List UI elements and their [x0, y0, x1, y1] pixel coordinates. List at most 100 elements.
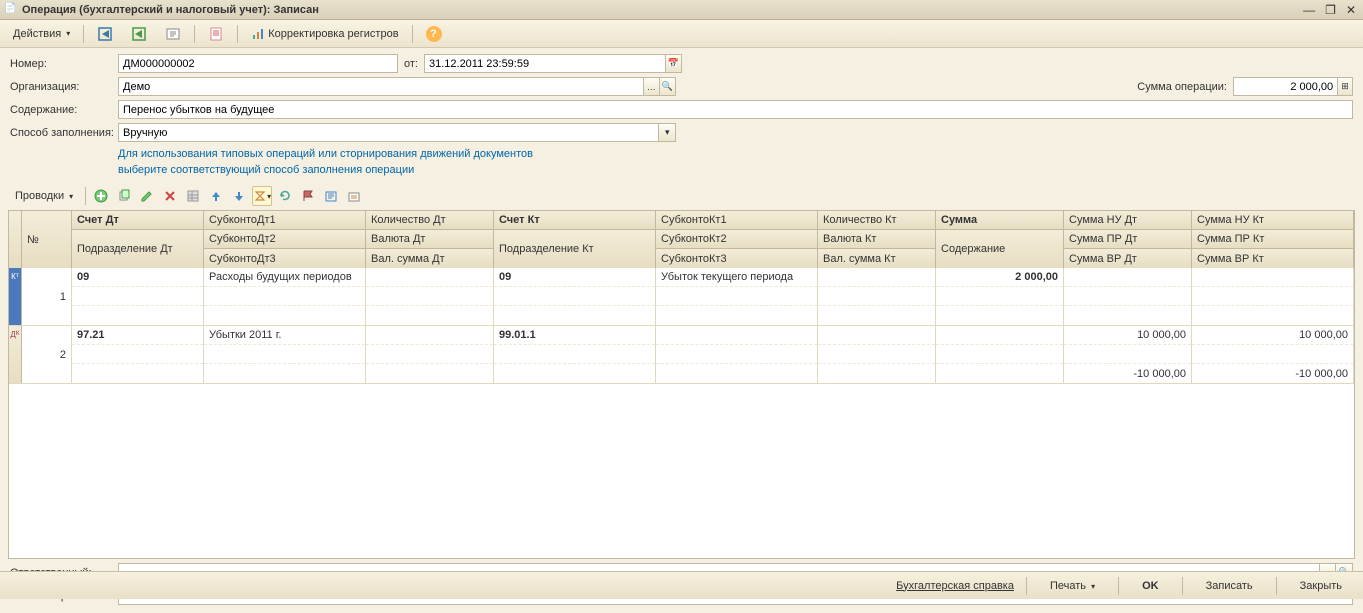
entries-grid: № Счет Дт Подразделение Дт СубконтоДт1 С… — [8, 210, 1355, 559]
registers-label: Корректировка регистров — [268, 28, 398, 40]
add-icon[interactable] — [91, 186, 111, 206]
toolbar-icon-2[interactable] — [124, 23, 154, 45]
cell-acc-dt: 97.21 — [72, 326, 203, 345]
org-input[interactable] — [119, 78, 643, 95]
col-dept-dt[interactable]: Подразделение Дт — [72, 230, 203, 268]
col-content[interactable]: Содержание — [936, 230, 1063, 268]
col-sub-dt2[interactable]: СубконтоДт2 — [204, 230, 365, 249]
separator — [83, 25, 84, 43]
date-label: от: — [404, 58, 418, 70]
entries-menu[interactable]: Проводки ▾ — [8, 187, 80, 205]
col-sub-kt2[interactable]: СубконтоКт2 — [656, 230, 817, 249]
cell-num: 1 — [22, 268, 71, 325]
maximize-button[interactable]: ❐ — [1322, 3, 1339, 17]
col-pr-kt[interactable]: Сумма ПР Кт — [1192, 230, 1353, 249]
search-icon[interactable]: 🔍 — [659, 78, 675, 95]
cell-sub-kt1: Убыток текущего периода — [656, 268, 817, 287]
col-sub-kt3[interactable]: СубконтоКт3 — [656, 249, 817, 268]
calendar-icon[interactable]: 📅 — [665, 55, 681, 72]
actions-menu[interactable]: Действия ▾ — [6, 25, 77, 43]
cell-vr-dt: -10 000,00 — [1064, 364, 1191, 383]
separator — [85, 187, 86, 205]
separator — [237, 25, 238, 43]
col-sum[interactable]: Сумма — [936, 211, 1063, 230]
col-cursum-kt[interactable]: Вал. сумма Кт — [818, 249, 935, 268]
export-icon[interactable] — [344, 186, 364, 206]
save-button[interactable]: Записать — [1195, 577, 1264, 595]
row-marker-icon: Кт — [9, 268, 22, 325]
move-down-icon[interactable] — [229, 186, 249, 206]
move-up-icon[interactable] — [206, 186, 226, 206]
col-sub-dt1[interactable]: СубконтоДт1 — [204, 211, 365, 230]
chevron-down-icon[interactable]: ▾ — [658, 124, 675, 141]
method-input[interactable] — [119, 124, 658, 141]
main-toolbar: Действия ▾ Корректировка регистров ? — [0, 20, 1363, 48]
grid-icon[interactable] — [183, 186, 203, 206]
org-field[interactable]: … 🔍 — [118, 77, 676, 96]
table-row[interactable]: Кт 1 09 Расходы будущих периодов 09 Убыт… — [9, 268, 1354, 326]
number-input[interactable] — [119, 55, 397, 72]
col-qty-dt[interactable]: Количество Дт — [366, 211, 493, 230]
calculator-icon[interactable]: ⊞ — [1337, 78, 1352, 95]
close-button[interactable]: Закрыть — [1289, 577, 1353, 595]
grid-header: № Счет Дт Подразделение Дт СубконтоДт1 С… — [9, 211, 1354, 268]
reference-link[interactable]: Бухгалтерская справка — [896, 580, 1014, 592]
ok-button[interactable]: OK — [1131, 577, 1170, 595]
col-num[interactable]: № — [22, 211, 71, 268]
date-field[interactable]: 📅 — [424, 54, 682, 73]
registers-button[interactable]: Корректировка регистров — [244, 24, 405, 44]
actions-label: Действия — [13, 28, 61, 40]
col-vr-dt[interactable]: Сумма ВР Дт — [1064, 249, 1191, 268]
print-button[interactable]: Печать ▾ — [1039, 577, 1106, 595]
col-cur-kt[interactable]: Валюта Кт — [818, 230, 935, 249]
method-field[interactable]: ▾ — [118, 123, 676, 142]
refresh-icon[interactable] — [275, 186, 295, 206]
col-cur-dt[interactable]: Валюта Дт — [366, 230, 493, 249]
flag-icon[interactable] — [298, 186, 318, 206]
ellipsis-icon[interactable]: … — [643, 78, 659, 95]
col-nu-dt[interactable]: Сумма НУ Дт — [1064, 211, 1191, 230]
amount-field[interactable]: ⊞ — [1233, 77, 1353, 96]
toolbar-icon-1[interactable] — [90, 23, 120, 45]
col-dept-kt[interactable]: Подразделение Кт — [494, 230, 655, 268]
col-cursum-dt[interactable]: Вал. сумма Дт — [366, 249, 493, 268]
col-pr-dt[interactable]: Сумма ПР Дт — [1064, 230, 1191, 249]
table-row[interactable]: ДК 2 97.21 Убытки 2011 г. 99.01.1 10 000… — [9, 326, 1354, 384]
help-button[interactable]: ? — [419, 23, 449, 45]
col-qty-kt[interactable]: Количество Кт — [818, 211, 935, 230]
cell-acc-kt: 09 — [494, 268, 655, 287]
delete-icon[interactable] — [160, 186, 180, 206]
window-title: Операция (бухгалтерский и налоговый учет… — [22, 4, 1300, 16]
row-marker-icon: ДК — [9, 326, 22, 383]
toolbar-icon-3[interactable] — [158, 23, 188, 45]
cell-nu-kt: 10 000,00 — [1192, 326, 1353, 345]
bottom-bar: Бухгалтерская справка Печать ▾ OK Записа… — [0, 571, 1363, 599]
separator — [412, 25, 413, 43]
content-input[interactable] — [119, 101, 1352, 118]
copy-icon[interactable] — [114, 186, 134, 206]
separator — [1026, 577, 1027, 595]
col-sub-kt1[interactable]: СубконтоКт1 — [656, 211, 817, 230]
hint-line-2: выберите соответствующий способ заполнен… — [118, 162, 1353, 178]
close-window-button[interactable]: ✕ — [1343, 3, 1359, 17]
date-input[interactable] — [425, 55, 665, 72]
content-field[interactable] — [118, 100, 1353, 119]
cell-num: 2 — [22, 326, 71, 383]
col-acc-kt[interactable]: Счет Кт — [494, 211, 655, 230]
cell-sub-dt1: Расходы будущих периодов — [204, 268, 365, 287]
col-vr-kt[interactable]: Сумма ВР Кт — [1192, 249, 1353, 268]
help-icon: ? — [426, 26, 442, 42]
cell-sum: 2 000,00 — [936, 268, 1063, 287]
col-acc-dt[interactable]: Счет Дт — [72, 211, 203, 230]
col-sub-dt3[interactable]: СубконтоДт3 — [204, 249, 365, 268]
cell-sub-dt1: Убытки 2011 г. — [204, 326, 365, 345]
minimize-button[interactable]: — — [1300, 3, 1318, 17]
toolbar-icon-4[interactable] — [201, 23, 231, 45]
col-nu-kt[interactable]: Сумма НУ Кт — [1192, 211, 1353, 230]
sigma-icon[interactable]: ▾ — [252, 186, 272, 206]
number-field[interactable] — [118, 54, 398, 73]
amount-input[interactable] — [1234, 78, 1337, 95]
list-icon[interactable] — [321, 186, 341, 206]
edit-icon[interactable] — [137, 186, 157, 206]
method-label: Способ заполнения: — [10, 127, 118, 139]
